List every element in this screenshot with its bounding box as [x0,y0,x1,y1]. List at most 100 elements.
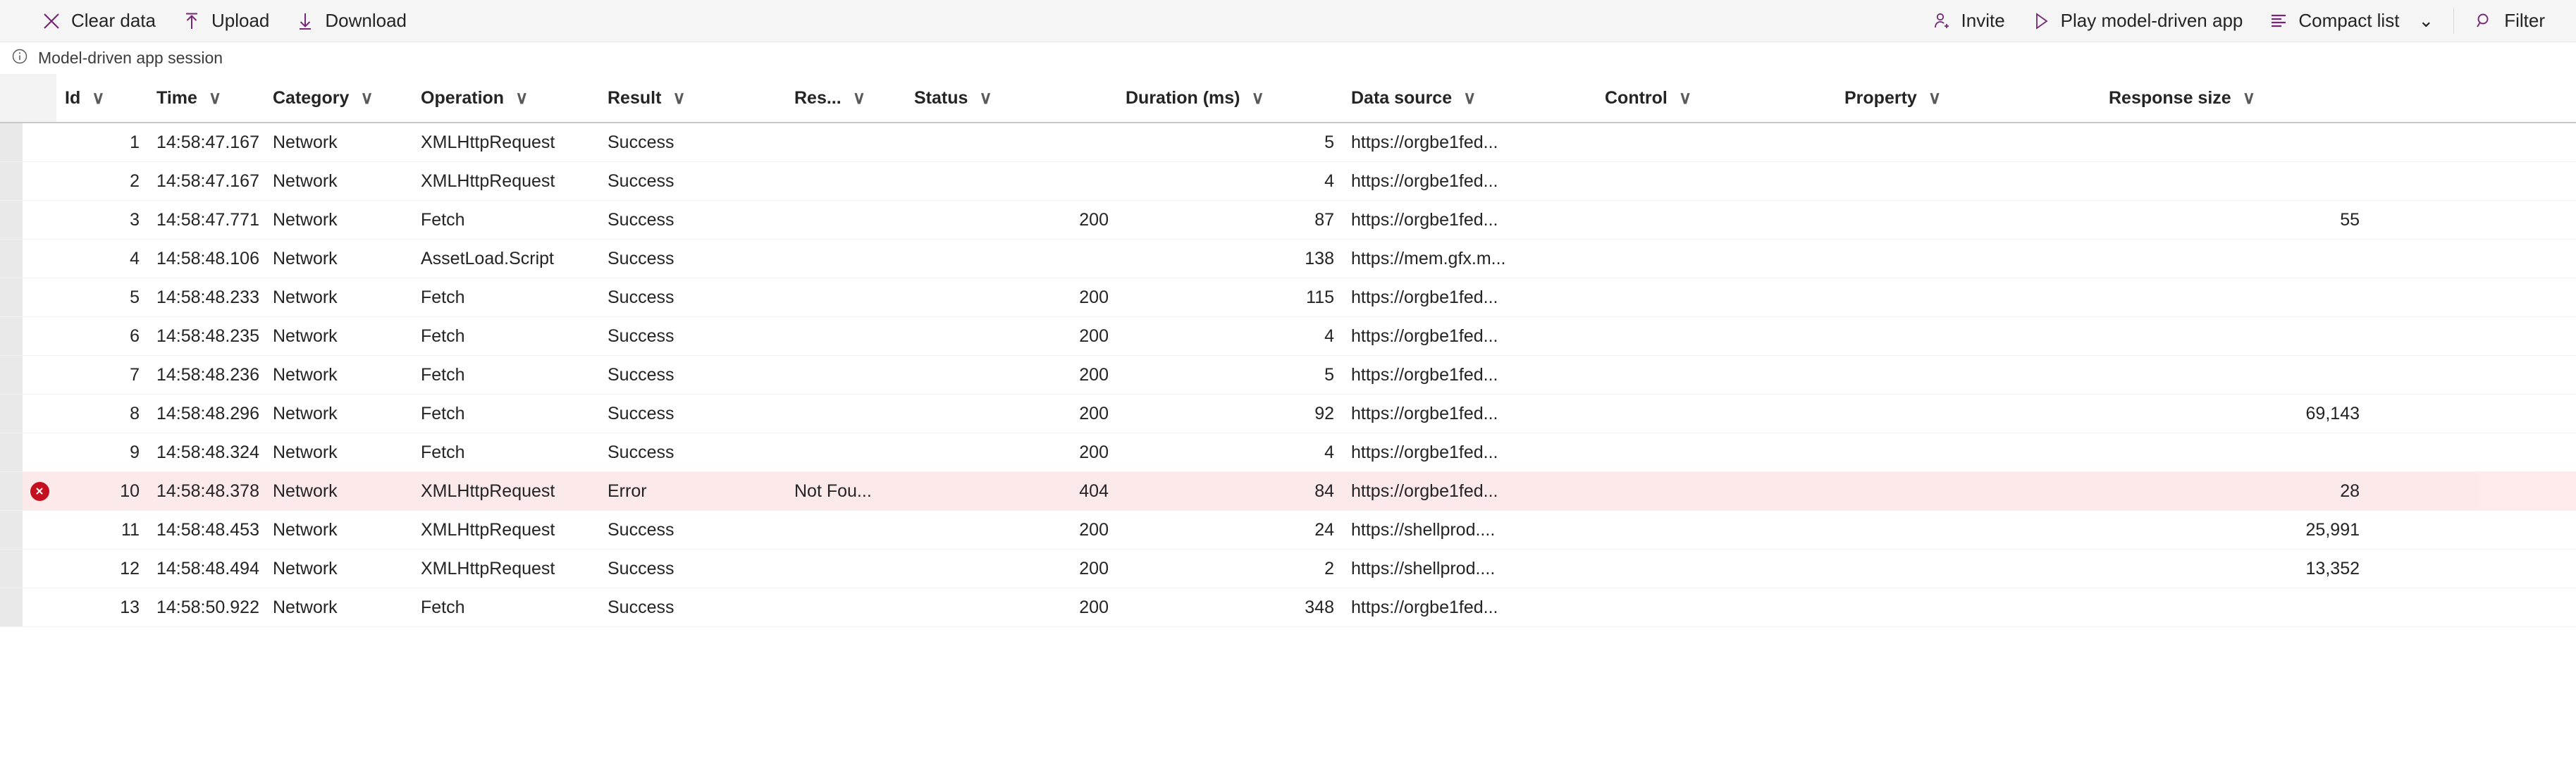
cell-source: https://orgbe1fed... [1351,132,1498,152]
clear-data-button[interactable]: Clear data [28,0,168,42]
cell-id: 6 [130,326,140,346]
row-status-cell [23,588,56,626]
row-content: 10 14:58:48.378 Network XMLHttpRequest Error… [23,472,2477,510]
column-label: Result [608,87,662,108]
table-row[interactable]: 3 14:58:47.771 Network Fetch Success 200 87 htt… [0,201,2576,240]
download-button[interactable]: Download [282,0,419,42]
row-content: 8 14:58:48.296 Network Fetch Success 200 92 htt… [23,395,2477,433]
column-label: Control [1605,87,1668,108]
column-label: Property [1844,87,1917,108]
row-gutter-left [0,317,23,355]
table-row[interactable]: 6 14:58:48.235 Network Fetch Success 200 4 http… [0,317,2576,356]
column-header-property[interactable]: Property ∨ [1836,74,2100,122]
play-model-driven-app-button[interactable]: Play model-driven app [2018,0,2256,42]
cell-category: Network [273,442,338,462]
table-row[interactable]: 12 14:58:48.494 Network XMLHttpRequest Succe… [0,550,2576,588]
play-triangle-icon [2030,11,2052,32]
row-content: 2 14:58:47.167 Network XMLHttpRequest Succes… [23,162,2477,200]
chevron-down-icon: ∨ [208,88,222,108]
row-content: 6 14:58:48.235 Network Fetch Success 200 4 http… [23,317,2477,355]
toolbar-left-group: Clear data Upload Download [28,0,419,42]
cell-category: Network [273,481,338,501]
row-status-cell [23,123,56,161]
header-gutter-left [0,74,23,122]
table-row[interactable]: 7 14:58:48.236 Network Fetch Success 200 5 http… [0,356,2576,395]
session-events-table: Id ∨ Time ∨ Category ∨ Operation ∨ Result ∨ R… [0,74,2576,627]
column-header-category[interactable]: Category ∨ [264,74,412,122]
table-row[interactable]: 4 14:58:48.106 Network AssetLoad.Script Succ… [0,240,2576,278]
cell-duration: 138 [1305,248,1334,268]
row-gutter-left [0,550,23,588]
cell-result: Success [608,248,674,268]
cell-status: 200 [1079,403,1109,423]
cell-result: Error [608,481,647,501]
column-header-time[interactable]: Time ∨ [148,74,264,122]
person-add-icon [1931,11,1952,32]
table-row[interactable]: 13 14:58:50.922 Network Fetch Success 200 348 h… [0,588,2576,627]
cell-result: Success [608,519,674,540]
column-header-status[interactable]: Status ∨ [906,74,1117,122]
table-row[interactable]: 1 14:58:47.167 Network XMLHttpRequest Succes… [0,123,2576,162]
cell-duration: 348 [1305,597,1334,617]
cell-result: Success [608,597,674,617]
row-status-cell [23,550,56,588]
chevron-down-icon: ∨ [2242,88,2255,108]
cell-duration: 92 [1314,403,1334,423]
column-header-control[interactable]: Control ∨ [1596,74,1836,122]
cell-duration: 4 [1324,442,1334,462]
cell-size: 69,143 [2305,403,2360,423]
cell-status: 200 [1079,326,1109,346]
chevron-down-icon: ∨ [1463,88,1477,108]
cell-duration: 87 [1314,209,1334,230]
cell-id: 13 [120,597,140,617]
cell-id: 10 [120,481,140,501]
row-gutter-left [0,588,23,626]
chevron-down-icon: ∨ [672,88,686,108]
cell-operation: Fetch [421,442,465,462]
column-header-data-source[interactable]: Data source ∨ [1343,74,1596,122]
table-row[interactable]: 5 14:58:48.233 Network Fetch Success 200 115 ht… [0,278,2576,317]
filter-button[interactable]: Filter [2461,0,2558,42]
table-row[interactable]: 11 14:58:48.453 Network XMLHttpRequest Succe… [0,511,2576,550]
row-content: 1 14:58:47.167 Network XMLHttpRequest Succes… [23,123,2477,161]
column-header-operation[interactable]: Operation ∨ [412,74,599,122]
cell-result: Success [608,209,674,230]
compact-list-button[interactable]: Compact list ⌄ [2255,0,2446,42]
cell-source: https://orgbe1fed... [1351,287,1498,307]
row-gutter-left [0,395,23,433]
table-row[interactable]: 2 14:58:47.167 Network XMLHttpRequest Succes… [0,162,2576,201]
cell-operation: Fetch [421,209,465,230]
table-row[interactable]: 9 14:58:48.324 Network Fetch Success 200 4 http… [0,433,2576,472]
cell-time: 14:58:50.922 [156,597,259,617]
column-header-duration[interactable]: Duration (ms) ∨ [1117,74,1343,122]
column-label: Duration (ms) [1126,87,1240,108]
cell-source: https://shellprod.... [1351,558,1496,578]
column-header-response-size[interactable]: Response size ∨ [2100,74,2368,122]
cell-size: 25,991 [2305,519,2360,540]
cell-id: 12 [120,558,140,578]
table-row[interactable]: 10 14:58:48.378 Network XMLHttpRequest Error… [0,472,2576,511]
header-gutter-status [23,74,56,122]
session-info-label: Model-driven app session [38,49,223,67]
upload-button[interactable]: Upload [168,0,282,42]
row-gutter-left [0,511,23,549]
cell-id: 11 [121,519,140,540]
cell-time: 14:58:47.167 [156,171,259,191]
row-status-cell [23,201,56,239]
column-header-result[interactable]: Result ∨ [599,74,786,122]
cell-operation: XMLHttpRequest [421,171,555,191]
cell-reason: Not Fou... [794,481,872,501]
table-row[interactable]: 8 14:58:48.296 Network Fetch Success 200 92 htt… [0,395,2576,433]
cell-operation: Fetch [421,403,465,423]
cell-category: Network [273,171,338,191]
column-header-reason[interactable]: Res... ∨ [786,74,906,122]
cell-size: 28 [2340,481,2360,501]
chevron-down-icon: ⌄ [2418,10,2434,31]
invite-button[interactable]: Invite [1918,0,2018,42]
cell-duration: 4 [1324,326,1334,346]
chevron-down-icon: ∨ [979,88,992,108]
table-body: 1 14:58:47.167 Network XMLHttpRequest Succes… [0,123,2576,627]
cell-category: Network [273,403,338,423]
column-header-id[interactable]: Id ∨ [56,74,148,122]
cell-operation: Fetch [421,287,465,307]
